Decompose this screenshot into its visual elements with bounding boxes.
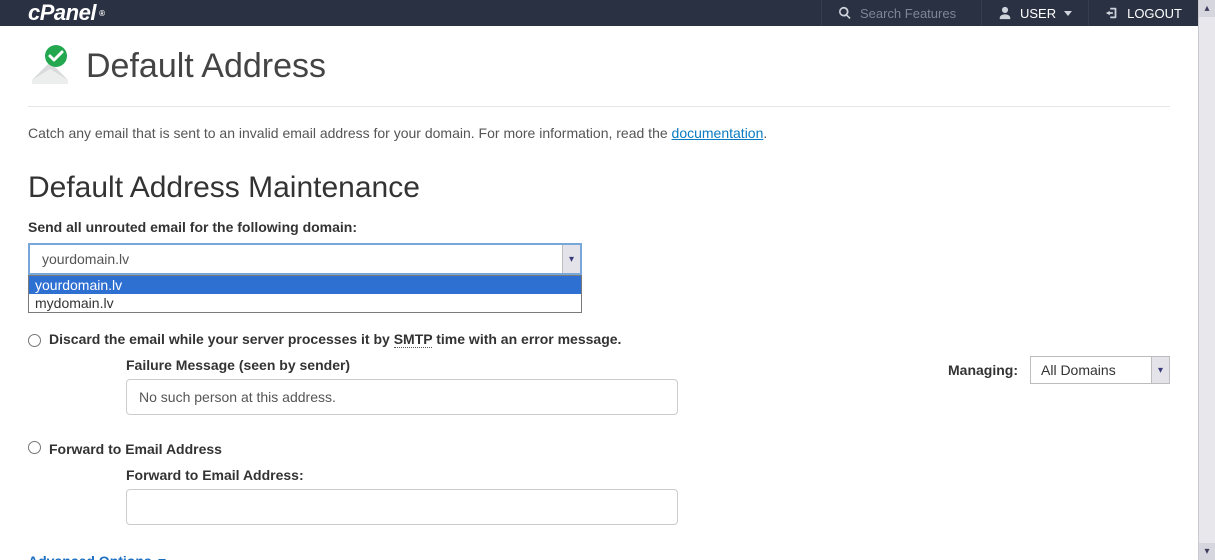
search-icon	[838, 6, 852, 20]
domain-option[interactable]: mydomain.lv	[29, 294, 581, 312]
top-nav: cPanel® Search Features USER	[0, 0, 1198, 26]
page-title: Default Address	[86, 47, 326, 86]
scroll-up-arrow[interactable]: ▴	[1199, 0, 1215, 17]
logout-button[interactable]: LOGOUT	[1088, 0, 1198, 26]
intro-text: Catch any email that is sent to an inval…	[28, 125, 1170, 141]
forward-label: Forward to Email Address	[49, 441, 222, 457]
domain-select-label: Send all unrouted email for the followin…	[28, 219, 908, 235]
domain-option[interactable]: yourdomain.lv	[29, 276, 581, 294]
discard-radio[interactable]	[28, 334, 41, 347]
user-label: USER	[1020, 6, 1056, 21]
search-features[interactable]: Search Features	[821, 0, 981, 26]
logout-label: LOGOUT	[1127, 6, 1182, 21]
forward-field-label: Forward to Email Address:	[126, 467, 908, 483]
page-title-row: Default Address	[28, 44, 1170, 107]
scroll-down-arrow[interactable]: ▾	[1199, 543, 1215, 560]
chevron-down-icon: ▾	[562, 245, 580, 273]
domain-dropdown-list: yourdomain.lv mydomain.lv	[28, 275, 582, 313]
chevron-down-icon: ▾	[1151, 357, 1169, 383]
managing-select-value: All Domains	[1041, 362, 1116, 378]
discard-option-row: Discard the email while your server proc…	[28, 331, 908, 347]
failure-message-label: Failure Message (seen by sender)	[126, 357, 908, 373]
logout-icon	[1105, 6, 1119, 20]
failure-message-input[interactable]	[126, 379, 678, 415]
vertical-scrollbar[interactable]: ▴ ▾	[1198, 0, 1215, 560]
default-address-icon	[28, 44, 72, 88]
logo-reg: ®	[99, 9, 104, 18]
domain-select-value: yourdomain.lv	[42, 251, 129, 267]
domain-select[interactable]: yourdomain.lv ▾	[28, 243, 582, 275]
managing-row: Managing: All Domains ▾	[948, 171, 1170, 560]
advanced-options-toggle[interactable]: Advanced Options	[28, 553, 908, 560]
managing-label: Managing:	[948, 362, 1018, 378]
advanced-options-label: Advanced Options	[28, 553, 152, 560]
forward-email-input[interactable]	[126, 489, 678, 525]
cpanel-logo[interactable]: cPanel®	[28, 0, 104, 26]
user-icon	[998, 6, 1012, 20]
documentation-link[interactable]: documentation	[672, 125, 764, 141]
discard-label: Discard the email while your server proc…	[49, 331, 621, 347]
logo-text: cPanel	[28, 0, 96, 26]
caret-down-icon	[1064, 11, 1072, 16]
forward-radio[interactable]	[28, 441, 41, 454]
managing-select[interactable]: All Domains ▾	[1030, 356, 1170, 384]
user-menu[interactable]: USER	[981, 0, 1088, 26]
forward-field: Forward to Email Address:	[126, 467, 908, 525]
forward-option-row: Forward to Email Address	[28, 441, 908, 457]
smtp-abbr: SMTP	[394, 331, 433, 348]
search-placeholder: Search Features	[860, 6, 956, 21]
scroll-track[interactable]	[1199, 17, 1215, 543]
section-heading: Default Address Maintenance	[28, 171, 908, 205]
failure-message-field: Failure Message (seen by sender)	[126, 357, 908, 415]
